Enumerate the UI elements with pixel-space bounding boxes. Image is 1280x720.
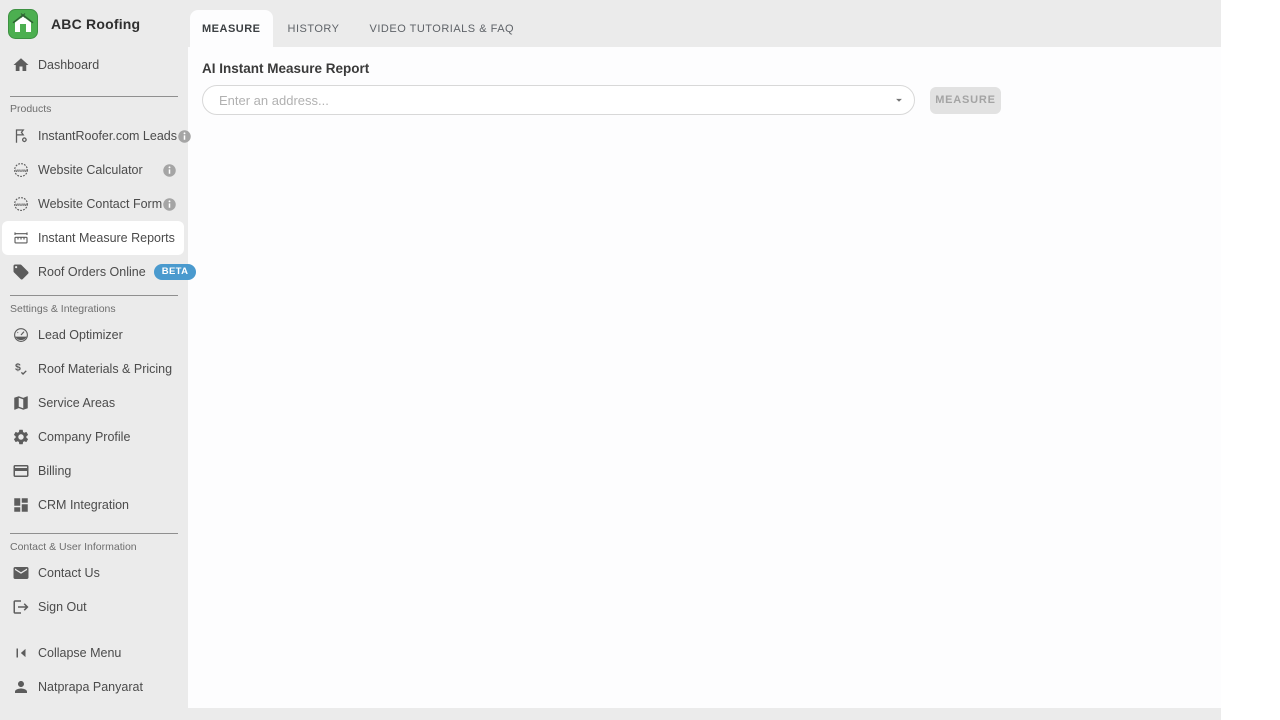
info-icon[interactable]: [162, 197, 177, 212]
flag-gear-icon: [12, 127, 30, 145]
page-title: AI Instant Measure Report: [202, 61, 370, 76]
info-icon[interactable]: [162, 163, 177, 178]
sign-out-icon: [12, 598, 30, 616]
ruler-icon: [12, 229, 30, 247]
user-menu[interactable]: Natprapa Panyarat: [0, 670, 188, 704]
mail-icon: [12, 564, 30, 582]
globe-www-icon: www: [12, 195, 30, 213]
sidebar-item-dashboard[interactable]: Dashboard: [0, 48, 188, 82]
sidebar-item-label: Collapse Menu: [38, 646, 122, 660]
beta-badge: BETA: [153, 264, 197, 280]
sidebar-item-service-areas[interactable]: Service Areas: [0, 386, 188, 420]
brand: ABC Roofing: [0, 0, 188, 48]
section-label-contact-user: Contact & User Information: [10, 541, 137, 553]
globe-www-icon: www: [12, 161, 30, 179]
measure-button[interactable]: MEASURE: [930, 86, 1001, 114]
user-name: Natprapa Panyarat: [38, 680, 143, 694]
sidebar-item-label: Roof Orders Online: [38, 265, 146, 279]
collapse-menu-button[interactable]: Collapse Menu: [0, 636, 188, 670]
sidebar: ABC Roofing Dashboard Products InstantRo…: [0, 0, 197, 720]
sidebar-item-label: Instant Measure Reports: [38, 231, 175, 245]
sidebar-item-website-contact-form[interactable]: www Website Contact Form: [0, 187, 188, 221]
sidebar-item-instant-measure-reports[interactable]: Instant Measure Reports: [2, 221, 184, 255]
chevron-down-icon[interactable]: [892, 93, 906, 107]
gauge-icon: [12, 326, 30, 344]
sidebar-item-roof-orders-online[interactable]: Roof Orders Online BETA: [0, 255, 197, 289]
sidebar-item-label: Billing: [38, 464, 72, 478]
svg-text:$: $: [15, 362, 21, 374]
sidebar-item-label: Company Profile: [38, 430, 131, 444]
sidebar-item-label: Roof Materials & Pricing: [38, 362, 173, 376]
sidebar-item-label: Website Contact Form: [38, 197, 163, 211]
sidebar-item-instantroofer-leads[interactable]: InstantRoofer.com Leads: [0, 119, 191, 153]
tab-video-tutorials-faq[interactable]: VIDEO TUTORIALS & FAQ: [355, 10, 530, 47]
map-icon: [12, 394, 30, 412]
section-label-settings: Settings & Integrations: [10, 303, 116, 315]
sidebar-item-label: Sign Out: [38, 600, 87, 614]
content-panel: AI Instant Measure Report MEASURE: [188, 47, 1221, 708]
section-label-products: Products: [10, 103, 52, 115]
sidebar-item-label: Dashboard: [38, 58, 100, 72]
sidebar-item-roof-materials-pricing[interactable]: $ Roof Materials & Pricing: [0, 352, 188, 386]
dollar-check-icon: $: [12, 360, 30, 378]
credit-card-icon: [12, 462, 30, 480]
main-region: MEASURE HISTORY VIDEO TUTORIALS & FAQ AI…: [188, 0, 1221, 720]
grid-icon: [12, 496, 30, 514]
sidebar-item-website-calculator[interactable]: www Website Calculator: [0, 153, 188, 187]
sidebar-item-lead-optimizer[interactable]: Lead Optimizer: [0, 318, 188, 352]
address-search-row: MEASURE: [202, 85, 1207, 115]
tab-measure[interactable]: MEASURE: [190, 10, 273, 47]
tab-bar: MEASURE HISTORY VIDEO TUTORIALS & FAQ: [190, 10, 529, 47]
person-icon: [12, 678, 30, 696]
brand-name: ABC Roofing: [51, 16, 141, 32]
sidebar-item-contact-us[interactable]: Contact Us: [0, 556, 188, 590]
scrollbar-gutter: [1221, 0, 1280, 720]
sidebar-item-sign-out[interactable]: Sign Out: [0, 590, 188, 624]
sidebar-item-crm-integration[interactable]: CRM Integration: [0, 488, 188, 522]
sidebar-item-label: Website Calculator: [38, 163, 143, 177]
svg-text:www: www: [14, 169, 27, 174]
sidebar-item-label: Service Areas: [38, 396, 116, 410]
sidebar-item-label: Lead Optimizer: [38, 328, 123, 342]
sidebar-item-label: InstantRoofer.com Leads: [38, 129, 177, 143]
tab-history[interactable]: HISTORY: [273, 10, 355, 47]
collapse-left-icon: [12, 644, 30, 662]
svg-text:www: www: [14, 203, 27, 208]
tag-icon: [12, 263, 30, 281]
address-input[interactable]: [202, 85, 915, 115]
abc-roofing-logo-icon: [8, 9, 38, 39]
address-input-wrap: [202, 85, 915, 115]
sidebar-item-billing[interactable]: Billing: [0, 454, 188, 488]
info-icon[interactable]: [177, 129, 192, 144]
gear-icon: [12, 428, 30, 446]
sidebar-item-label: CRM Integration: [38, 498, 130, 512]
sidebar-item-label: Contact Us: [38, 566, 100, 580]
home-icon: [12, 56, 30, 74]
sidebar-item-company-profile[interactable]: Company Profile: [0, 420, 188, 454]
